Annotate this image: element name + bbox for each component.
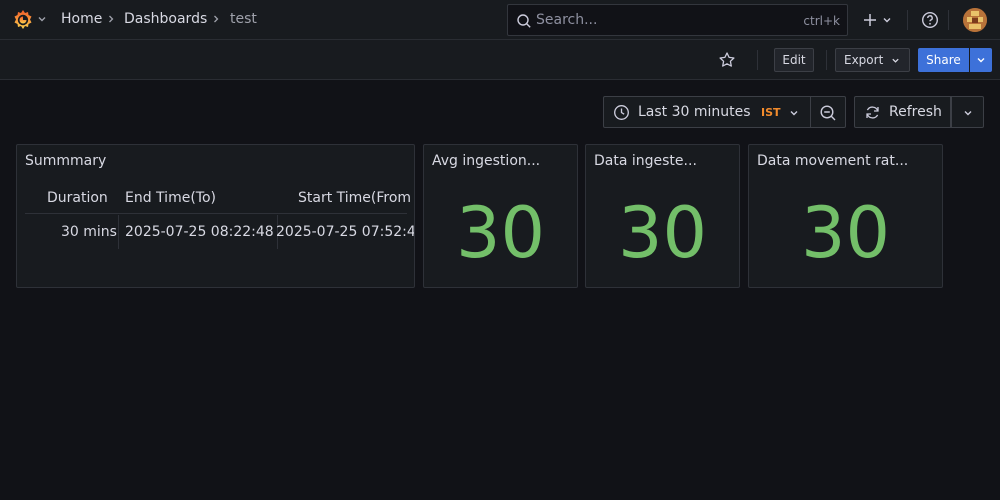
column-header-start-time[interactable]: Start Time(From (298, 190, 411, 206)
stat-panel-avg-ingestion[interactable]: Avg ingestion... 30 (423, 144, 578, 288)
star-icon[interactable] (718, 51, 736, 69)
chevron-down-icon[interactable] (37, 14, 47, 24)
table-cell-duration: 30 mins (61, 224, 117, 240)
divider (948, 10, 949, 30)
chevron-down-icon (790, 111, 798, 116)
stat-value: 30 (800, 192, 891, 274)
stat-panel-data-movement-rate[interactable]: Data movement rat... 30 (748, 144, 943, 288)
divider (757, 50, 758, 70)
stat-value: 30 (617, 192, 708, 274)
panel-title: Summmary (25, 153, 107, 169)
divider (826, 50, 827, 70)
share-button[interactable]: Share (918, 48, 969, 72)
avatar[interactable] (963, 8, 987, 32)
table-divider (25, 213, 407, 214)
chevron-down-icon (892, 58, 899, 63)
refresh-button[interactable]: Refresh (854, 96, 951, 128)
table-cell-end-time: 2025-07-25 08:22:48 (125, 224, 274, 240)
panel-title: Data movement rat... (757, 153, 909, 169)
grafana-logo-icon[interactable] (11, 8, 35, 32)
breadcrumb-current: test (230, 11, 257, 27)
column-header-duration[interactable]: Duration (47, 190, 108, 206)
stat-panel-data-ingested[interactable]: Data ingeste... 30 (585, 144, 740, 288)
edit-button[interactable]: Edit (774, 48, 814, 72)
export-label: Export (844, 53, 884, 67)
time-range-picker[interactable]: Last 30 minutes IST (603, 96, 811, 128)
search-shortcut: ctrl+k (803, 14, 840, 28)
divider (907, 10, 908, 30)
timezone-badge: IST (761, 106, 781, 119)
export-button[interactable]: Export (835, 48, 910, 72)
chevron-down-icon[interactable] (882, 15, 892, 25)
panel-title: Data ingeste... (594, 153, 697, 169)
help-icon[interactable] (921, 11, 939, 29)
breadcrumb-dashboards[interactable]: Dashboards (124, 11, 207, 27)
refresh-interval-button[interactable] (951, 96, 984, 128)
zoom-out-icon (820, 105, 836, 121)
chevron-down-icon (964, 111, 972, 116)
chevron-down-icon (977, 58, 985, 63)
search-placeholder: Search... (536, 12, 598, 28)
search-input[interactable]: Search... ctrl+k (507, 4, 848, 36)
refresh-label: Refresh (889, 104, 942, 120)
dashboard-toolbar: Edit Export Share (0, 40, 1000, 80)
chevron-right-icon (214, 15, 219, 23)
time-range-label: Last 30 minutes (638, 104, 751, 120)
search-icon (517, 14, 531, 28)
share-options-button[interactable] (970, 48, 992, 72)
chevron-right-icon (109, 15, 114, 23)
zoom-out-button[interactable] (811, 96, 846, 128)
summary-panel[interactable]: Summmary Duration End Time(To) Start Tim… (16, 144, 415, 288)
top-nav: Home Dashboards test Search... ctrl+k (0, 0, 1000, 40)
refresh-icon (866, 106, 879, 119)
clock-icon (614, 105, 629, 120)
stat-value: 30 (455, 192, 546, 274)
breadcrumb-home[interactable]: Home (61, 11, 102, 27)
table-cell-start-time: 2025-07-25 07:52:4 (276, 224, 415, 240)
column-divider (118, 215, 119, 249)
panel-title: Avg ingestion... (432, 153, 541, 169)
column-header-end-time[interactable]: End Time(To) (125, 190, 216, 206)
plus-icon[interactable] (862, 12, 878, 28)
